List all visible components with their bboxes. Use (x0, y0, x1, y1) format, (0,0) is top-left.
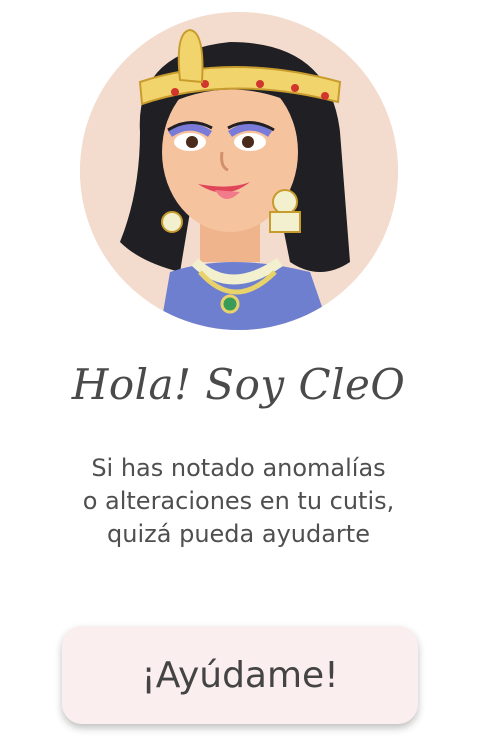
intro-text: Si has notado anomalías o alteraciones e… (40, 452, 437, 551)
intro-line-2: o alteraciones en tu cutis, (82, 487, 395, 515)
greeting-title: Hola! Soy CleO (71, 360, 406, 409)
help-button[interactable]: ¡Ayúdame! (62, 626, 418, 724)
intro-line-1: Si has notado anomalías (91, 454, 386, 482)
welcome-screen: Hola! Soy CleO Si has notado anomalías o… (0, 0, 477, 752)
cleopatra-avatar-icon (80, 12, 398, 330)
intro-line-3: quizá pueda ayudarte (107, 520, 370, 548)
